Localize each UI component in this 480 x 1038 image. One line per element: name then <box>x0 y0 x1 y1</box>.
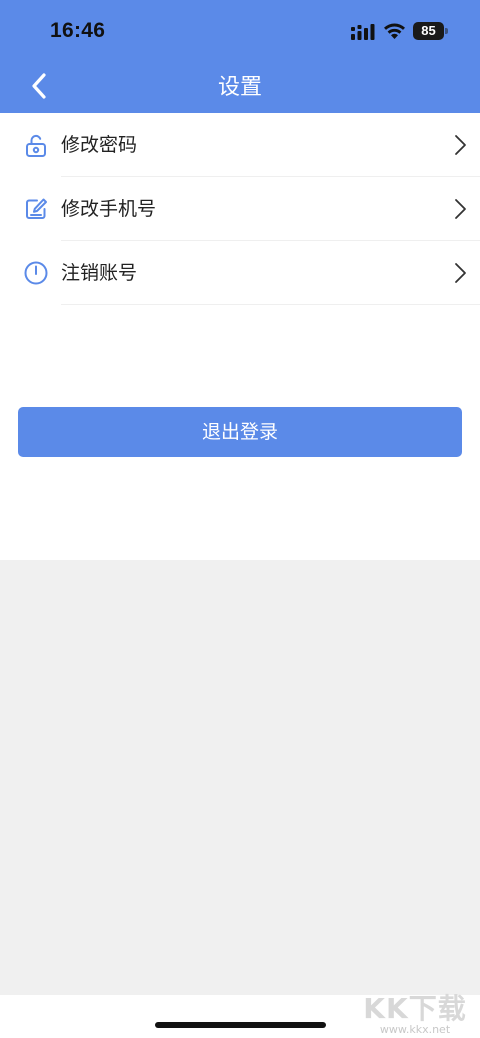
power-icon <box>24 261 48 285</box>
settings-item-label: 修改手机号 <box>61 198 157 220</box>
watermark-brand: KK下载 <box>363 992 467 1025</box>
nav-bar: 设置 <box>0 62 480 113</box>
battery-level: 85 <box>413 22 444 40</box>
empty-background-area <box>0 560 480 995</box>
watermark: KK下载 www.kkx.net <box>360 985 470 1036</box>
chevron-right-icon <box>455 135 466 155</box>
header-bar: 16:46 85 设置 <box>0 0 480 113</box>
logout-button[interactable]: 退出登录 <box>18 407 462 457</box>
battery-indicator: 85 <box>413 22 448 40</box>
cellular-signal-icon <box>351 24 375 40</box>
settings-list: 修改密码 修改手机号 注销账号 <box>0 113 480 305</box>
settings-item-change-phone[interactable]: 修改手机号 <box>0 177 480 241</box>
settings-item-delete-account[interactable]: 注销账号 <box>0 241 480 305</box>
divider <box>61 304 480 305</box>
status-bar: 16:46 85 <box>0 0 480 66</box>
edit-icon <box>26 198 47 219</box>
battery-tip <box>445 28 448 34</box>
settings-item-label: 修改密码 <box>61 134 138 156</box>
chevron-right-icon <box>455 263 466 283</box>
settings-item-label: 注销账号 <box>61 262 138 284</box>
chevron-right-icon <box>455 199 466 219</box>
status-time: 16:46 <box>50 19 106 42</box>
unlock-icon <box>26 134 46 157</box>
page-title: 设置 <box>217 75 262 100</box>
settings-item-change-password[interactable]: 修改密码 <box>0 113 480 177</box>
wifi-icon <box>384 23 405 39</box>
watermark-url: www.kkx.net <box>379 1023 451 1036</box>
home-indicator[interactable] <box>155 1022 326 1028</box>
